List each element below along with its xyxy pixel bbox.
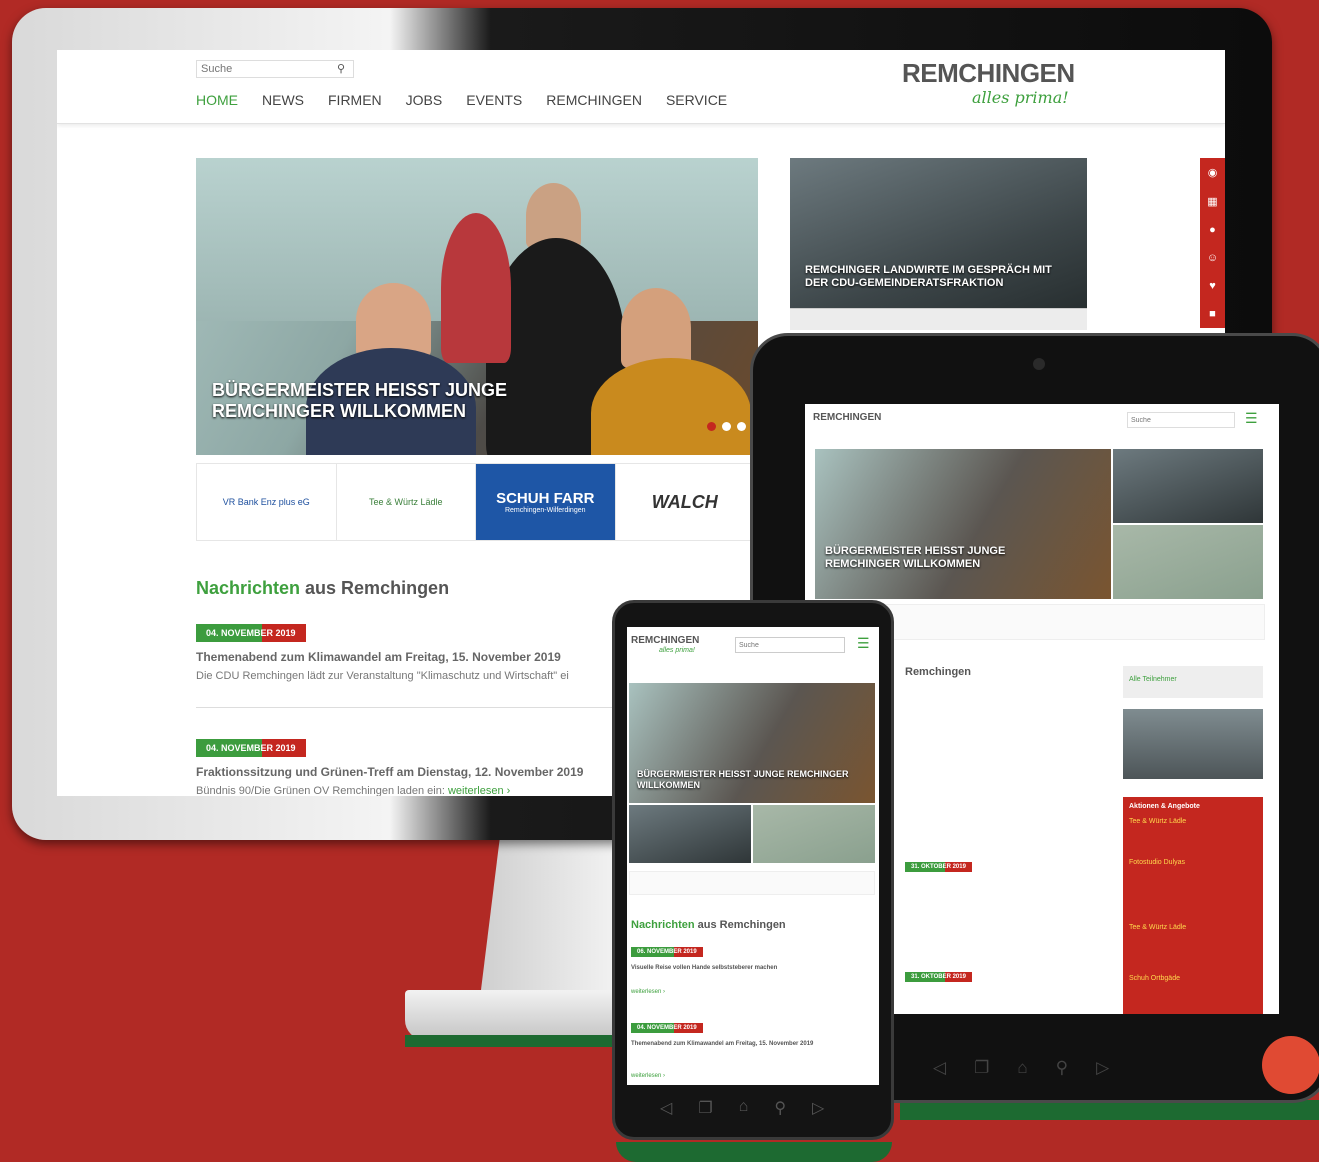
calendar-icon[interactable]: ▦ [1207, 195, 1217, 208]
main-nav: HOME NEWS FIRMEN JOBS EVENTS REMCHINGEN … [196, 92, 727, 108]
recent-apps-icon[interactable]: ❐ [698, 1098, 712, 1118]
phone-tagline: alles prima! [659, 647, 695, 654]
tablet-teaser[interactable] [1113, 449, 1263, 523]
news-heading-rest: aus Remchingen [694, 919, 786, 931]
date-badge: 04. NOVEMBER 2019 [196, 624, 306, 642]
news-text: Bündnis 90/Die Grünen OV Remchingen lade… [196, 785, 448, 796]
forward-icon[interactable]: ▷ [1096, 1058, 1109, 1078]
heart-icon[interactable]: ♥ [1209, 280, 1216, 292]
date-badge: 06. NOVEMBER 2019 [631, 947, 703, 957]
offer-item[interactable]: Fotostudio Dulyas [1129, 859, 1257, 866]
phone-teaser[interactable] [753, 805, 875, 863]
offer-item[interactable]: Tee & Würtz Lädle [1129, 924, 1257, 931]
tablet-nav-bar: ◁ ❐ ⌂ ⚲ ▷ [933, 1058, 1109, 1078]
slider-dots[interactable] [707, 422, 746, 431]
hero-slider[interactable]: BÜRGERMEISTER HEISST JUNGE REMCHINGER WI… [196, 158, 758, 455]
location-pin-icon[interactable]: ● [1209, 224, 1216, 236]
tablet-hero-title[interactable]: BÜRGERMEISTER HEISST JUNGE REMCHINGER WI… [825, 545, 1025, 571]
news-title[interactable]: Themenabend zum Klimawandel am Freitag, … [631, 1041, 871, 1047]
phone-screen: REMCHINGEN alles prima! ☰ BÜRGERMEISTER … [627, 627, 879, 1085]
side-teaser-title[interactable]: REMCHINGER LANDWIRTE IM GESPRÄCH MIT DER… [805, 264, 1075, 290]
slider-dot[interactable] [722, 422, 731, 431]
nav-home[interactable]: HOME [196, 92, 238, 108]
news-heading: Nachrichten aus Remchingen [196, 578, 449, 599]
date-badge: 04. NOVEMBER 2019 [196, 739, 306, 757]
tablet-camera [1033, 358, 1045, 370]
menu-icon[interactable]: ☰ [1245, 410, 1258, 427]
news-heading-rest: aus Remchingen [300, 578, 450, 598]
search-icon[interactable]: ⚲ [774, 1098, 786, 1118]
tablet-sidebar-box[interactable]: Alle Teilnehmer [1123, 666, 1263, 698]
sponsor-subtitle: Remchingen-Wilferdingen [504, 507, 586, 514]
sponsor-strip: VR Bank Enz plus eG Tee & Würtz Lädle SC… [196, 463, 756, 541]
offers-heading: Aktionen & Angebote [1129, 803, 1200, 810]
social-sidebar: ◉ ▦ ● ☺ ♥ ■ [1200, 158, 1225, 328]
phone-hero-title[interactable]: BÜRGERMEISTER HEISST JUNGE REMCHINGER WI… [637, 769, 867, 791]
tablet-shadow [900, 1100, 1319, 1120]
read-more-link[interactable]: weiterlesen › [631, 989, 665, 995]
recent-apps-icon[interactable]: ❐ [974, 1058, 989, 1078]
home-icon[interactable]: ⌂ [739, 1098, 749, 1118]
nav-service[interactable]: SERVICE [666, 92, 727, 108]
news-title[interactable]: Visuelle Reise vollen Hande selbststeber… [631, 965, 871, 971]
home-icon[interactable]: ⌂ [1017, 1058, 1027, 1078]
sponsor-logo[interactable]: Tee & Würtz Lädle [337, 464, 476, 540]
hero-title[interactable]: BÜRGERMEISTER HEISST JUNGE REMCHINGER WI… [212, 380, 532, 422]
sponsor-logo[interactable]: WALCH [616, 464, 755, 540]
phone-shadow [616, 1142, 892, 1162]
offer-item[interactable]: Tee & Würtz Lädle [1129, 818, 1257, 825]
tablet-hero[interactable]: BÜRGERMEISTER HEISST JUNGE REMCHINGER WI… [815, 449, 1111, 599]
site-logo[interactable]: REMCHINGEN [902, 58, 1075, 89]
nav-remchingen[interactable]: REMCHINGEN [546, 92, 642, 108]
user-icon[interactable]: ☺ [1207, 252, 1218, 264]
search-input[interactable] [196, 60, 354, 78]
nav-firmen[interactable]: FIRMEN [328, 92, 382, 108]
phone-device: REMCHINGEN alles prima! ☰ BÜRGERMEISTER … [612, 600, 894, 1140]
phone-logo[interactable]: REMCHINGEN [631, 635, 699, 646]
date-badge: 04. NOVEMBER 2019 [631, 1023, 703, 1033]
phone-teaser[interactable] [629, 805, 751, 863]
sponsor-name: SCHUH FARR [496, 490, 595, 507]
nav-news[interactable]: NEWS [262, 92, 304, 108]
back-icon[interactable]: ◁ [933, 1058, 946, 1078]
phone-news-heading: Nachrichten aus Remchingen [631, 919, 786, 931]
sponsor-logo[interactable]: SCHUH FARR Remchingen-Wilferdingen [476, 464, 616, 540]
back-icon[interactable]: ◁ [660, 1098, 672, 1118]
nav-events[interactable]: EVENTS [466, 92, 522, 108]
nav-jobs[interactable]: JOBS [406, 92, 443, 108]
slider-dot[interactable] [707, 422, 716, 431]
video-icon[interactable]: ■ [1209, 308, 1216, 320]
site-header: ⚲ HOME NEWS FIRMEN JOBS EVENTS REMCHINGE… [57, 50, 1225, 124]
floating-action-button[interactable] [1262, 1036, 1319, 1094]
read-more-link[interactable]: weiterlesen › [448, 785, 510, 796]
phone-hero[interactable]: BÜRGERMEISTER HEISST JUNGE REMCHINGER WI… [629, 683, 875, 803]
date-badge: 31. OKTOBER 2019 [905, 972, 972, 982]
search-icon[interactable]: ⚲ [337, 62, 345, 75]
tablet-logo[interactable]: REMCHINGEN [813, 412, 881, 423]
search-icon[interactable]: ⚲ [1056, 1058, 1068, 1078]
news-heading-green: Nachrichten [631, 919, 695, 931]
side-teaser[interactable]: REMCHINGER LANDWIRTE IM GESPRÄCH MIT DER… [790, 158, 1087, 328]
tablet-search-input[interactable] [1127, 412, 1235, 428]
slider-dot[interactable] [737, 422, 746, 431]
tablet-news-heading: Remchingen [905, 666, 972, 678]
side-teaser-2[interactable] [790, 308, 1087, 330]
phone-nav-bar: ◁ ❐ ⌂ ⚲ ▷ [660, 1098, 824, 1118]
tablet-ad-image[interactable] [1123, 709, 1263, 779]
phone-sponsor-strip [629, 871, 875, 895]
camera-icon[interactable]: ◉ [1208, 166, 1218, 179]
tablet-teaser[interactable] [1113, 525, 1263, 599]
phone-search-input[interactable] [735, 637, 845, 653]
menu-icon[interactable]: ☰ [857, 635, 870, 652]
tablet-offers-box: Aktionen & Angebote Tee & Würtz Lädle Fo… [1123, 797, 1263, 1014]
news-heading-green: Nachrichten [196, 578, 301, 598]
offer-item[interactable]: Schuh Ortbgäde [1129, 975, 1257, 982]
read-more-link[interactable]: weiterlesen › [631, 1073, 665, 1079]
date-badge: 31. OKTOBER 2019 [905, 862, 972, 872]
sponsor-logo[interactable]: VR Bank Enz plus eG [197, 464, 337, 540]
forward-icon[interactable]: ▷ [812, 1098, 824, 1118]
site-tagline: alles prima! [972, 88, 1069, 107]
